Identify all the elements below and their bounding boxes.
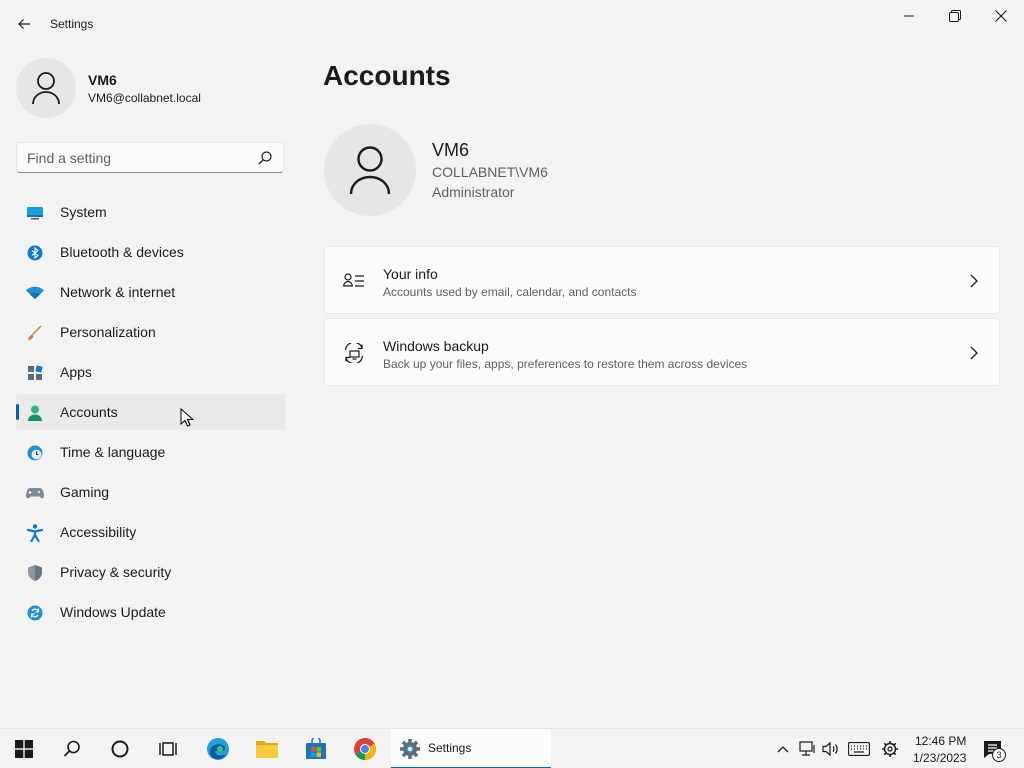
- notification-count-badge: 3: [992, 748, 1006, 762]
- your-info-card[interactable]: Your info Accounts used by email, calend…: [324, 246, 1000, 314]
- sidebar-item-windows-update[interactable]: Windows Update: [16, 594, 286, 630]
- update-icon: [26, 604, 44, 622]
- shield-icon: [26, 564, 44, 582]
- edge-icon: [207, 738, 229, 760]
- title-bar: Settings: [0, 0, 1024, 48]
- store-button[interactable]: [294, 729, 338, 768]
- brush-icon: [26, 324, 44, 342]
- taskbar: Settings 12:46 PM 1/23/2023 3: [0, 728, 1024, 768]
- app-title: Settings: [50, 17, 94, 31]
- search-icon[interactable]: [257, 150, 273, 166]
- close-icon: [995, 10, 1007, 22]
- sidebar-item-gaming[interactable]: Gaming: [16, 474, 286, 510]
- sidebar-item-bluetooth[interactable]: Bluetooth & devices: [16, 234, 286, 270]
- search-input[interactable]: [27, 150, 247, 166]
- task-view-button[interactable]: [146, 729, 190, 768]
- network-icon[interactable]: [797, 739, 817, 759]
- system-icon: [26, 204, 44, 222]
- gear-icon: [400, 739, 420, 759]
- account-name: VM6: [432, 140, 470, 160]
- volume-icon[interactable]: [821, 739, 841, 759]
- clock-time[interactable]: 12:46 PM: [915, 734, 966, 748]
- edge-button[interactable]: [196, 729, 240, 768]
- mouse-cursor-icon: [180, 408, 194, 427]
- task-view-icon: [159, 742, 177, 756]
- close-button[interactable]: [978, 0, 1024, 32]
- sidebar-nav: System Bluetooth & devices Network & int…: [16, 194, 286, 634]
- sidebar-item-system[interactable]: System: [16, 194, 286, 230]
- person-icon: [349, 146, 391, 195]
- sidebar-item-accounts[interactable]: Accounts: [16, 394, 286, 430]
- folder-icon: [256, 741, 278, 758]
- search-box[interactable]: [16, 142, 284, 173]
- windows-backup-title: Windows backup: [383, 338, 489, 354]
- apps-icon: [26, 364, 44, 382]
- chevron-up-icon[interactable]: [773, 739, 793, 759]
- cortana-icon: [111, 740, 129, 758]
- minimize-button[interactable]: [886, 0, 932, 32]
- taskbar-search-button[interactable]: [50, 729, 94, 768]
- restore-icon: [949, 10, 961, 22]
- chrome-button[interactable]: [343, 729, 387, 768]
- taskbar-settings-app[interactable]: Settings: [391, 729, 551, 768]
- contact-card-icon: [343, 273, 364, 287]
- chevron-right-icon: [970, 274, 978, 288]
- sidebar-item-accessibility[interactable]: Accessibility: [16, 514, 286, 550]
- search-icon: [63, 740, 80, 757]
- profile-name: VM6: [88, 72, 117, 88]
- clock-date[interactable]: 1/23/2023: [913, 751, 966, 765]
- gamepad-icon: [26, 484, 44, 502]
- sidebar-item-apps[interactable]: Apps: [16, 354, 286, 390]
- user-profile[interactable]: VM6 VM6@collabnet.local: [16, 58, 286, 118]
- avatar: [16, 58, 76, 118]
- sidebar-item-network[interactable]: Network & internet: [16, 274, 286, 310]
- file-explorer-button[interactable]: [245, 729, 289, 768]
- windows-backup-card[interactable]: Windows backup Back up your files, apps,…: [324, 318, 1000, 386]
- start-button[interactable]: [2, 729, 46, 768]
- accessibility-icon: [26, 524, 44, 542]
- your-info-subtitle: Accounts used by email, calendar, and co…: [383, 285, 637, 299]
- account-avatar: [324, 124, 416, 216]
- profile-email: VM6@collabnet.local: [88, 91, 201, 105]
- restore-button[interactable]: [932, 0, 978, 32]
- cortana-button[interactable]: [98, 729, 142, 768]
- keyboard-icon[interactable]: [847, 739, 871, 759]
- person-icon: [32, 72, 60, 105]
- bluetooth-icon: [26, 244, 44, 262]
- back-button[interactable]: [10, 10, 38, 38]
- sidebar-item-time-language[interactable]: Time & language: [16, 434, 286, 470]
- account-domain: COLLABNET\VM6: [432, 164, 548, 180]
- windows-logo-icon: [15, 740, 33, 758]
- back-arrow-icon: [18, 19, 30, 29]
- your-info-title: Your info: [383, 266, 438, 282]
- windows-backup-subtitle: Back up your files, apps, preferences to…: [383, 357, 748, 371]
- clock-globe-icon: [26, 444, 44, 462]
- accounts-icon: [26, 404, 44, 422]
- sidebar-item-privacy[interactable]: Privacy & security: [16, 554, 286, 590]
- account-role: Administrator: [432, 184, 515, 200]
- backup-icon: [344, 343, 364, 363]
- sidebar-item-personalization[interactable]: Personalization: [16, 314, 286, 350]
- gear-icon[interactable]: [880, 739, 900, 759]
- taskbar-settings-label: Settings: [428, 741, 472, 755]
- store-icon: [306, 738, 326, 759]
- minimize-icon: [904, 15, 914, 17]
- wifi-icon: [26, 284, 44, 302]
- page-title: Accounts: [323, 60, 451, 91]
- chrome-icon: [354, 738, 376, 760]
- chevron-right-icon: [970, 346, 978, 360]
